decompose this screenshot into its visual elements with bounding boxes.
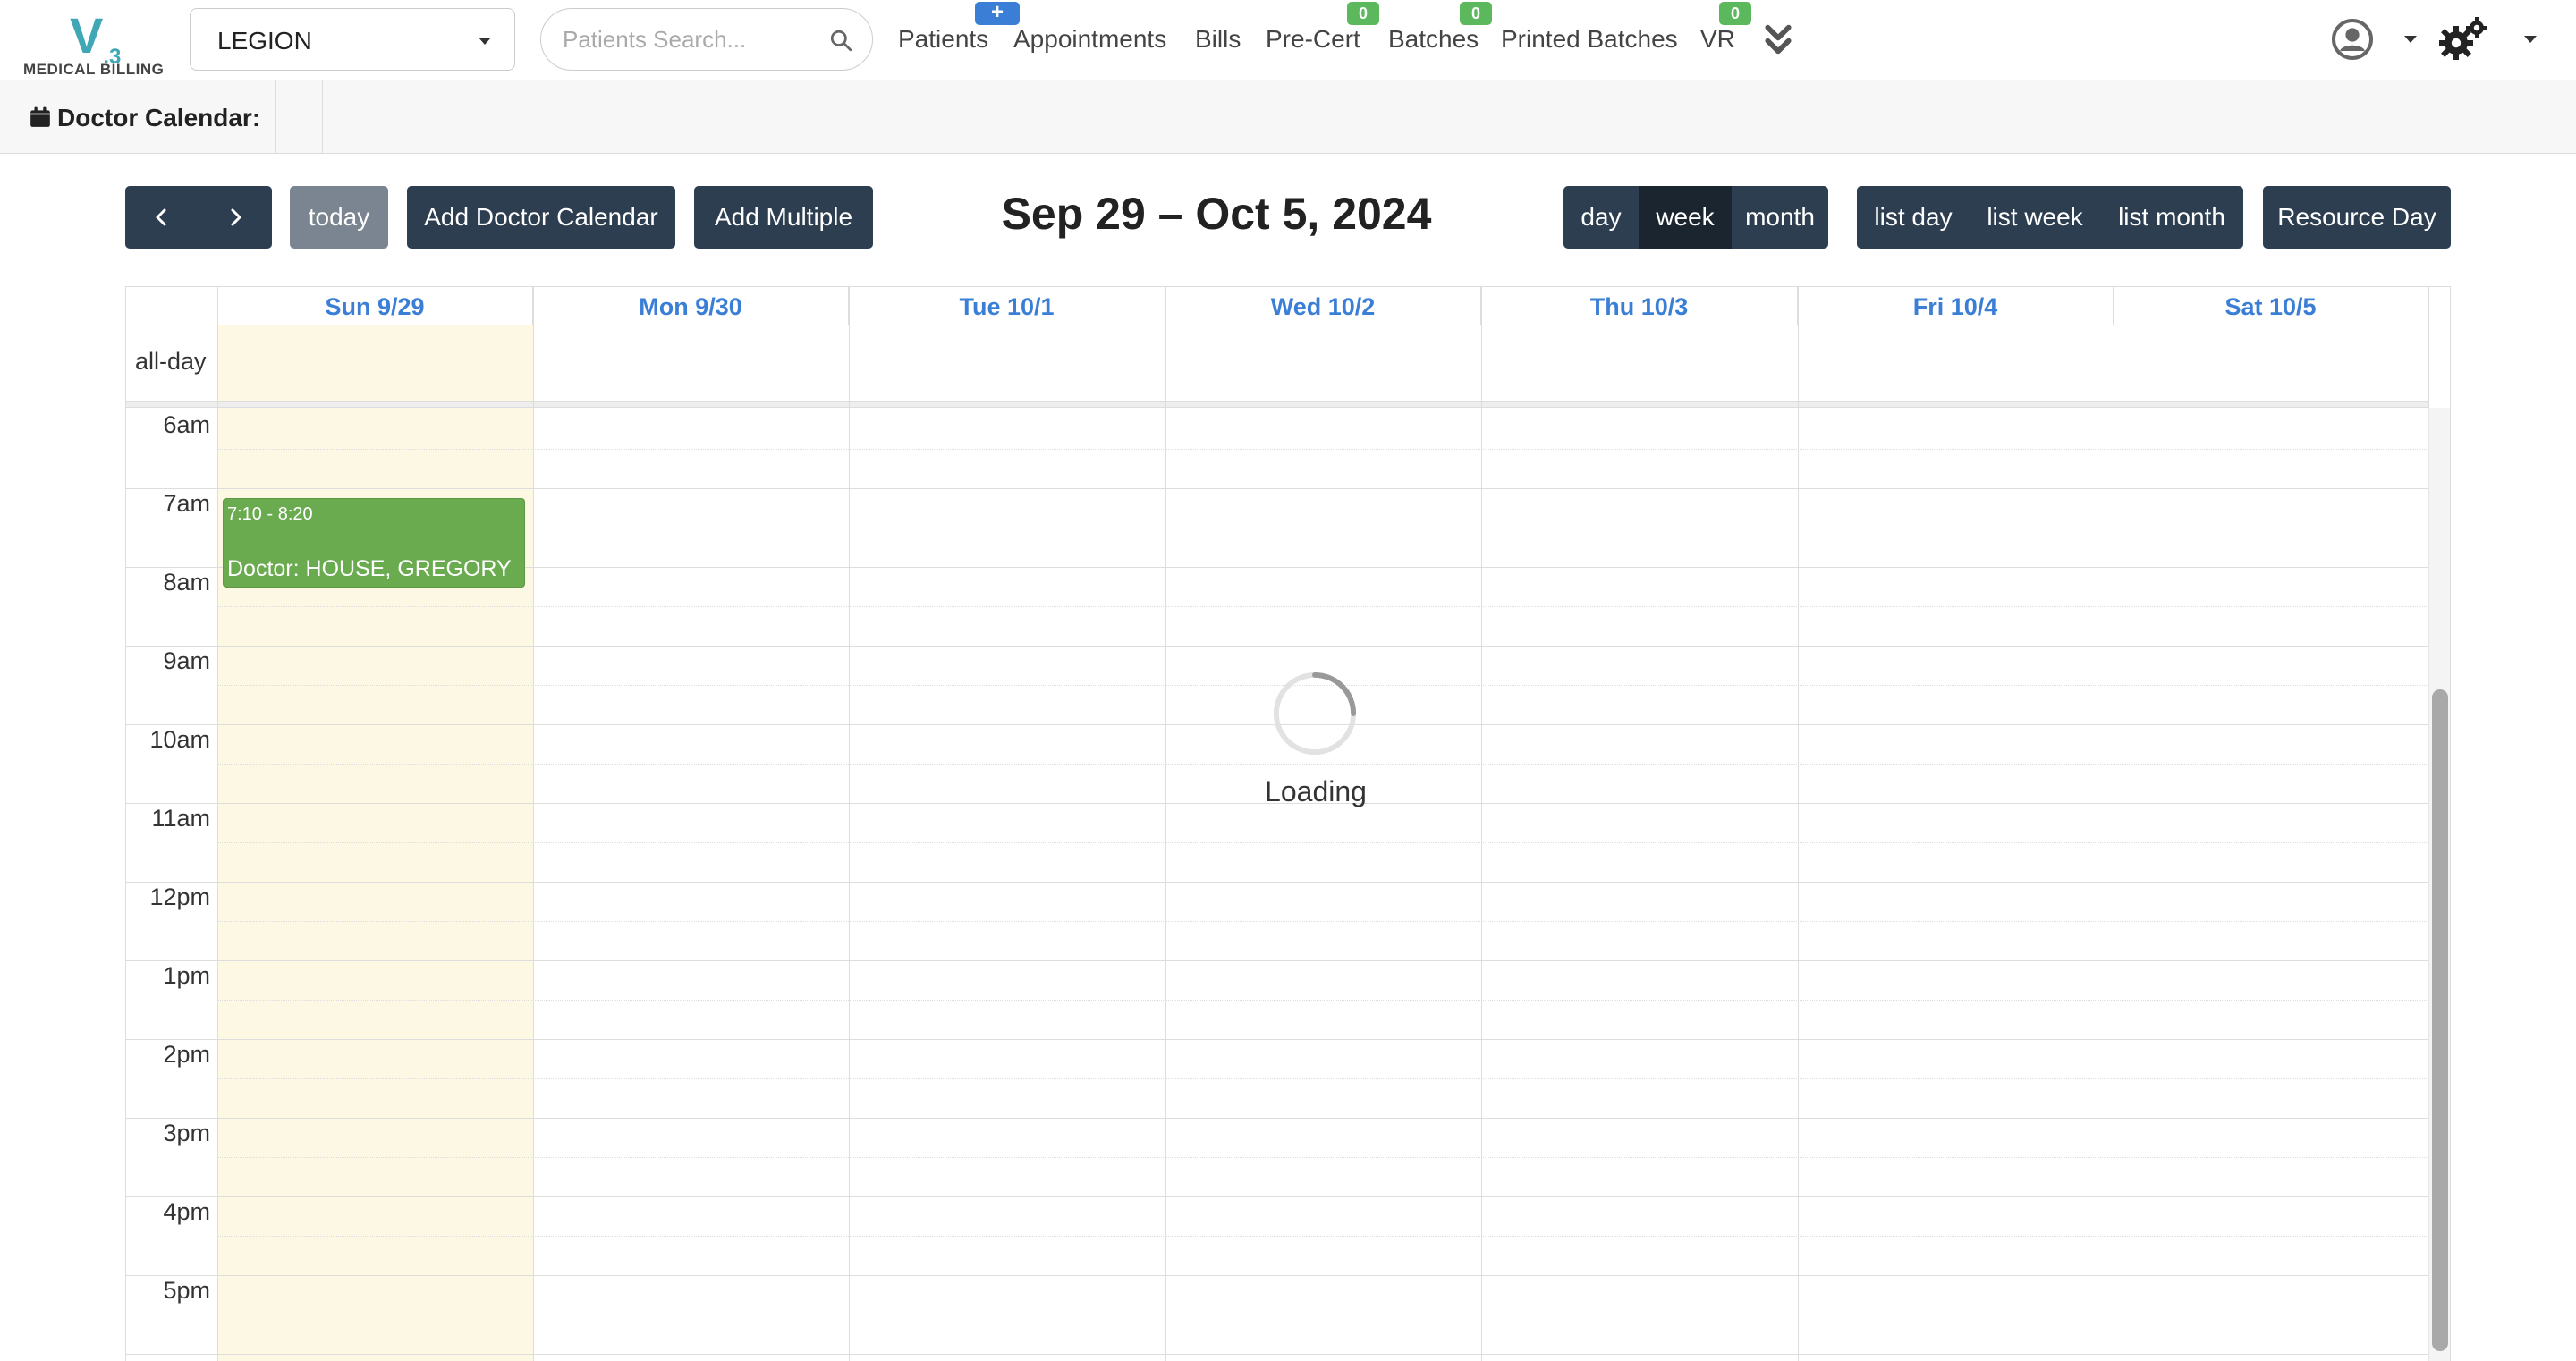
patients-add-badge[interactable]: + — [975, 2, 1020, 25]
nav-pre-cert[interactable]: Pre-Cert — [1266, 25, 1360, 54]
view-switcher: day week month — [1563, 186, 1828, 249]
hour-label: 8am — [163, 569, 210, 596]
loading-spinner-icon — [1273, 672, 1357, 756]
user-circle-icon[interactable] — [2331, 18, 2374, 61]
hour-label: 4pm — [163, 1198, 210, 1225]
caret-down-icon — [479, 38, 491, 45]
hour-line — [126, 488, 2428, 489]
hour-line — [126, 646, 2428, 647]
day-header-fri[interactable]: Fri 10/4 — [1798, 287, 2114, 325]
day-header-mon[interactable]: Mon 9/30 — [533, 287, 849, 325]
subheader-divider — [275, 80, 276, 154]
page-title: Doctor Calendar: — [29, 104, 260, 132]
vr-count-badge: 0 — [1719, 2, 1751, 25]
event-title: Doctor: HOUSE, GREGORY — [227, 556, 512, 581]
chevron-left-icon — [156, 208, 166, 226]
view-week-button[interactable]: week — [1639, 186, 1732, 249]
nav-vr[interactable]: VR — [1700, 25, 1735, 54]
today-button[interactable]: today — [290, 186, 388, 249]
hour-label: 5pm — [163, 1277, 210, 1304]
add-multiple-button[interactable]: Add Multiple — [694, 186, 873, 249]
add-doctor-calendar-button[interactable]: Add Doctor Calendar — [407, 186, 675, 249]
precert-count-badge: 0 — [1347, 2, 1379, 25]
event-time: 7:10 - 8:20 — [227, 504, 313, 524]
calendar-icon — [30, 106, 50, 127]
calendar-title: Sep 29 – Oct 5, 2024 — [1001, 189, 1432, 239]
hour-label: 12pm — [149, 883, 210, 910]
user-menu-caret-icon[interactable] — [2404, 36, 2417, 43]
patients-search[interactable] — [540, 8, 873, 71]
nav-appointments[interactable]: Appointments — [1013, 25, 1166, 54]
hour-label: 6am — [163, 411, 210, 438]
week-calendar: Sun 9/29 Mon 9/30 Tue 10/1 Wed 10/2 Thu … — [125, 286, 2451, 1361]
resource-day-button[interactable]: Resource Day — [2263, 186, 2451, 249]
half-hour-line — [217, 1236, 2428, 1237]
hour-line — [126, 960, 2428, 961]
hour-line — [126, 1196, 2428, 1197]
hour-label: 7am — [163, 490, 210, 517]
list-view-switcher: list day list week list month — [1857, 186, 2243, 249]
batches-count-badge: 0 — [1460, 2, 1492, 25]
half-hour-line — [217, 842, 2428, 843]
view-list-week-button[interactable]: list week — [1970, 186, 2100, 249]
app-logo[interactable]: V.3 MEDICAL BILLING — [23, 9, 166, 79]
day-header-thu[interactable]: Thu 10/3 — [1481, 287, 1798, 325]
view-list-day-button[interactable]: list day — [1857, 186, 1970, 249]
practice-select-value: LEGION — [217, 27, 312, 55]
half-hour-line — [217, 764, 2428, 765]
calendar-scrollbar-thumb[interactable] — [2432, 689, 2448, 1351]
subheader-divider — [322, 80, 323, 154]
prev-next-group — [125, 186, 272, 249]
half-hour-line — [217, 1157, 2428, 1158]
view-month-button[interactable]: month — [1732, 186, 1828, 249]
prev-button[interactable] — [125, 186, 199, 249]
half-hour-line — [217, 449, 2428, 450]
half-hour-line — [217, 1000, 2428, 1001]
top-navbar: V.3 MEDICAL BILLING LEGION + Patients Ap… — [0, 0, 2576, 80]
hour-line — [126, 1118, 2428, 1119]
hour-line — [126, 1354, 2428, 1355]
day-header-tue[interactable]: Tue 10/1 — [849, 287, 1165, 325]
loading-text: Loading — [1265, 775, 1367, 807]
half-hour-line — [217, 606, 2428, 607]
search-input[interactable] — [563, 21, 822, 57]
allday-divider — [126, 401, 2428, 408]
allday-label: all-day — [135, 348, 207, 375]
settings-menu-caret-icon[interactable] — [2524, 36, 2537, 43]
today-column-highlight — [217, 325, 533, 1361]
logo-text: MEDICAL BILLING — [23, 61, 165, 78]
hour-label: 10am — [149, 726, 210, 753]
gears-icon[interactable] — [2438, 16, 2488, 63]
practice-select[interactable]: LEGION — [190, 8, 515, 71]
search-icon[interactable] — [829, 29, 852, 52]
day-header-wed[interactable]: Wed 10/2 — [1165, 287, 1481, 325]
next-button[interactable] — [199, 186, 272, 249]
nav-bills[interactable]: Bills — [1195, 25, 1241, 54]
page-subheader: Doctor Calendar: — [0, 80, 2576, 154]
chevron-right-icon — [231, 208, 242, 226]
nav-patients[interactable]: Patients — [898, 25, 988, 54]
half-hour-line — [217, 1078, 2428, 1079]
hour-line — [126, 882, 2428, 883]
view-day-button[interactable]: day — [1563, 186, 1639, 249]
day-header-sat[interactable]: Sat 10/5 — [2114, 287, 2428, 325]
hour-label: 9am — [163, 647, 210, 674]
nav-batches[interactable]: Batches — [1388, 25, 1479, 54]
day-header-sun[interactable]: Sun 9/29 — [217, 287, 533, 325]
nav-printed-batches[interactable]: Printed Batches — [1501, 25, 1678, 54]
hour-line — [126, 1039, 2428, 1040]
hour-label: 1pm — [163, 962, 210, 989]
view-list-month-button[interactable]: list month — [2100, 186, 2243, 249]
hour-label: 3pm — [163, 1120, 210, 1146]
hour-label: 2pm — [163, 1041, 210, 1068]
hour-line — [126, 1275, 2428, 1276]
chevron-double-down-icon[interactable] — [1760, 21, 1796, 57]
half-hour-line — [217, 921, 2428, 922]
calendar-event[interactable]: 7:10 - 8:20 Doctor: HOUSE, GREGORY — [223, 498, 525, 588]
allday-row[interactable] — [126, 325, 2450, 401]
hour-label: 11am — [151, 805, 210, 832]
